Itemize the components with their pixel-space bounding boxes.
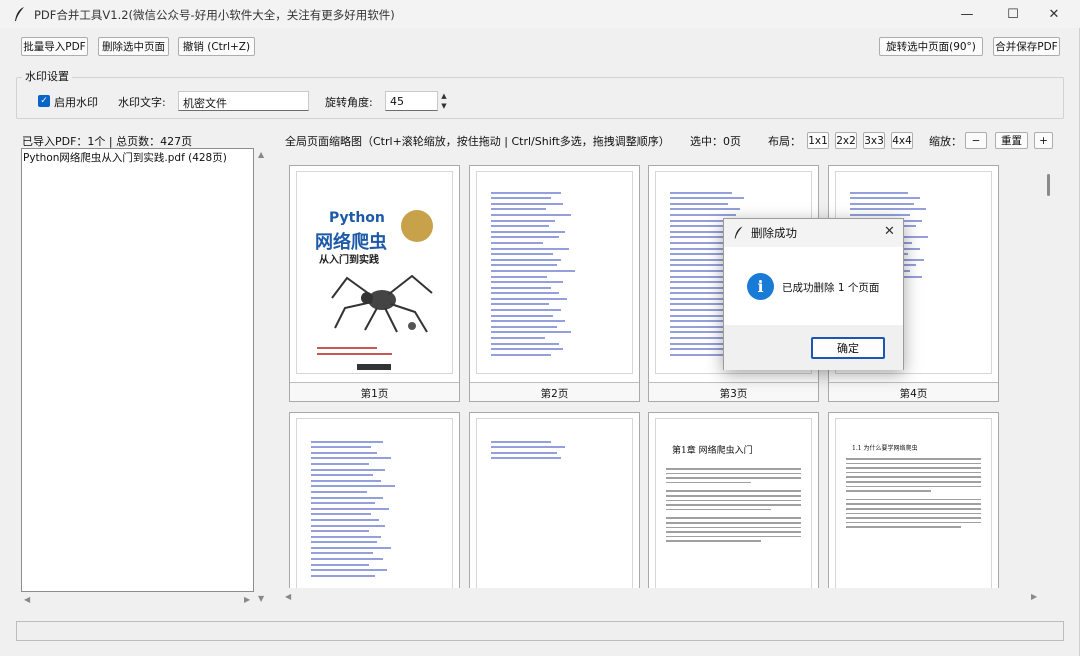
angle-spinner-arrows[interactable]: ▲ ▼ xyxy=(438,91,450,111)
layout-label: 布局： xyxy=(768,135,801,148)
window-title: PDF合并工具V1.2(微信公众号-好用小软件大全，关注有更多好用软件) xyxy=(34,8,395,22)
file-list-vscrollbar[interactable]: ▲ ▼ xyxy=(255,148,269,604)
page-thumb-7[interactable]: 第1章 网络爬虫入门 xyxy=(648,412,819,588)
watermark-text-label: 水印文字: xyxy=(118,96,166,109)
zoom-in-button[interactable]: + xyxy=(1034,132,1053,149)
page-preview xyxy=(476,418,633,588)
canvas-vscrollbar[interactable] xyxy=(1042,158,1056,588)
page-label: 第2页 xyxy=(470,382,639,401)
layout-2x2-button[interactable]: 2x2 xyxy=(835,132,857,149)
scroll-thumb[interactable] xyxy=(1047,174,1050,196)
scroll-left-icon[interactable]: ◀ xyxy=(24,595,30,604)
thumbnail-hint: 全局页面缩略图（Ctrl+滚轮缩放，按住拖动 | Ctrl/Shift多选，拖拽… xyxy=(285,135,670,148)
enable-watermark-checkbox[interactable]: ✓ xyxy=(38,95,50,107)
enable-watermark-label: 启用水印 xyxy=(54,96,98,109)
cover-badge-icon xyxy=(401,210,433,242)
cover-title-en: Python xyxy=(329,210,385,226)
cover-subtitle: 从入门到实践 xyxy=(319,255,379,266)
info-icon: i xyxy=(747,273,774,300)
undo-button[interactable]: 撤销 (Ctrl+Z) xyxy=(178,37,255,56)
page-preview: 第1章 网络爬虫入门 xyxy=(655,418,812,588)
rotation-angle-spinbox[interactable]: 45 xyxy=(385,91,438,111)
zoom-label: 缩放： xyxy=(929,135,962,148)
close-button[interactable]: ✕ xyxy=(1031,0,1077,28)
scroll-down-icon[interactable]: ▼ xyxy=(258,594,264,603)
zoom-reset-button[interactable]: 重置 xyxy=(995,132,1028,149)
watermark-text-input[interactable]: 机密文件 xyxy=(178,91,309,111)
selected-count: 选中：0页 xyxy=(690,135,741,148)
page-preview xyxy=(296,418,453,588)
page-preview: 1.1 为什么要学网络爬虫 xyxy=(835,418,992,588)
layout-3x3-button[interactable]: 3x3 xyxy=(863,132,885,149)
page-thumb-5[interactable] xyxy=(289,412,460,588)
title-bar: PDF合并工具V1.2(微信公众号-好用小软件大全，关注有更多好用软件) — ☐… xyxy=(0,0,1080,28)
status-bar xyxy=(16,621,1064,641)
merge-save-button[interactable]: 合并保存PDF xyxy=(993,37,1060,56)
page-preview: Python 网络爬虫 从入门到实践 xyxy=(296,171,453,374)
section-heading: 1.1 为什么要学网络爬虫 xyxy=(852,445,918,452)
dialog-body: i 已成功删除 1 个页面 xyxy=(724,247,903,325)
list-item[interactable]: Python网络爬虫从入门到实践.pdf (428页) xyxy=(22,149,253,166)
rotation-angle-label: 旋转角度: xyxy=(325,96,373,109)
rotate-selected-button[interactable]: 旋转选中页面(90°) xyxy=(879,37,983,56)
scroll-right-icon[interactable]: ▶ xyxy=(1031,592,1037,601)
page-preview xyxy=(476,171,633,374)
dialog-close-button[interactable]: ✕ xyxy=(884,224,895,239)
scroll-right-icon[interactable]: ▶ xyxy=(244,595,250,604)
feather-icon xyxy=(15,7,24,21)
watermark-group-label: 水印设置 xyxy=(22,68,72,84)
watermark-group xyxy=(16,77,1064,119)
file-list-hscrollbar[interactable]: ◀ ▶ xyxy=(21,593,254,607)
zoom-out-button[interactable]: − xyxy=(965,132,987,149)
canvas-hscrollbar[interactable]: ◀ ▶ xyxy=(282,590,1042,604)
page-label: 第3页 xyxy=(649,382,818,401)
page-thumb-2[interactable]: 第2页 xyxy=(469,165,640,402)
ok-button[interactable]: 确定 xyxy=(811,337,885,359)
dialog-message: 已成功删除 1 个页面 xyxy=(782,282,880,294)
spider-icon xyxy=(331,274,433,333)
pdf-file-list[interactable]: Python网络爬虫从入门到实践.pdf (428页) xyxy=(21,148,254,592)
maximize-button[interactable]: ☐ xyxy=(990,0,1036,28)
page-label: 第4页 xyxy=(829,382,998,401)
page-thumb-6[interactable] xyxy=(469,412,640,588)
thumbnail-canvas[interactable]: Python 网络爬虫 从入门到实践 第1页 第2页 第3页 第4页 第1章 网… xyxy=(282,158,1042,588)
dialog-title-bar: 删除成功 ✕ xyxy=(724,219,903,247)
scroll-left-icon[interactable]: ◀ xyxy=(285,592,291,601)
dialog-title: 删除成功 xyxy=(751,226,797,240)
batch-import-button[interactable]: 批量导入PDF xyxy=(21,37,88,56)
import-summary: 已导入PDF：1个 | 总页数：427页 xyxy=(22,135,193,148)
app-window: PDF合并工具V1.2(微信公众号-好用小软件大全，关注有更多好用软件) — ☐… xyxy=(0,0,1080,656)
dialog-footer: 确定 xyxy=(724,325,903,370)
page-thumb-8[interactable]: 1.1 为什么要学网络爬虫 xyxy=(828,412,999,588)
scroll-up-icon[interactable]: ▲ xyxy=(258,150,264,159)
page-label: 第1页 xyxy=(290,382,459,401)
delete-success-dialog: 删除成功 ✕ i 已成功删除 1 个页面 确定 xyxy=(723,218,904,370)
delete-selected-button[interactable]: 删除选中页面 xyxy=(98,37,169,56)
layout-4x4-button[interactable]: 4x4 xyxy=(891,132,913,149)
minimize-button[interactable]: — xyxy=(944,0,990,28)
feather-icon xyxy=(734,226,743,239)
page-thumb-1[interactable]: Python 网络爬虫 从入门到实践 第1页 xyxy=(289,165,460,402)
layout-1x1-button[interactable]: 1x1 xyxy=(807,132,829,149)
chapter-heading: 第1章 网络爬虫入门 xyxy=(672,446,753,456)
